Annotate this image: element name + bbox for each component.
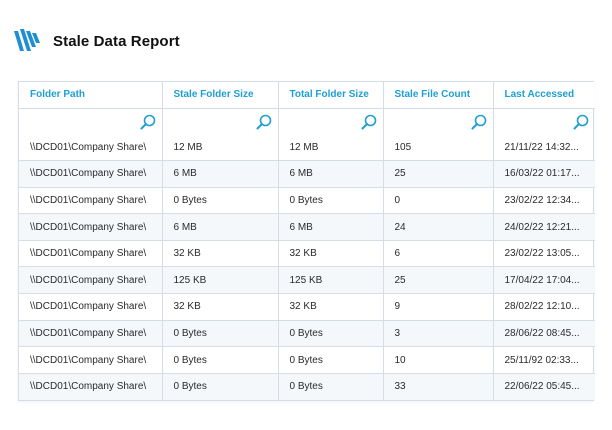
total-folder-size-cell: 6 MB xyxy=(278,160,384,188)
stale-folder-size-cell: 32 KB xyxy=(162,293,279,321)
folder-path-cell: \\DCD01\Company Share\ xyxy=(19,134,163,162)
search-icon[interactable] xyxy=(573,114,589,130)
last-accessed-cell: 23/02/22 12:34... xyxy=(493,187,595,215)
total-folder-size-cell: 32 KB xyxy=(278,293,384,321)
last-accessed-cell: 16/03/22 01:17... xyxy=(493,160,595,188)
last-accessed-cell: 22/06/22 05:45... xyxy=(493,373,595,400)
table-row[interactable]: \\DCD01\Company Share\ 6 MB 6 MB 25 16/03/22… xyxy=(19,160,595,188)
folder-path-cell: \\DCD01\Company Share\ xyxy=(19,187,163,215)
folder-path-cell: \\DCD01\Company Share\ xyxy=(19,293,163,321)
filter-cell-stale-file-count[interactable] xyxy=(383,108,494,134)
stale-file-count-cell: 10 xyxy=(383,346,494,374)
total-folder-size-cell: 0 Bytes xyxy=(278,187,384,215)
total-folder-size-cell: 12 MB xyxy=(278,134,384,162)
filter-cell-folder-path[interactable] xyxy=(19,108,163,134)
table-row[interactable]: \\DCD01\Company Share\ 12 MB 12 MB 105 21/11… xyxy=(19,134,595,162)
last-accessed-cell: 25/11/92 02:33... xyxy=(493,346,595,374)
stale-file-count-cell: 25 xyxy=(383,266,494,295)
stale-folder-size-cell: 6 MB xyxy=(162,213,279,241)
stale-folder-size-cell: 125 KB xyxy=(162,266,279,295)
total-folder-size-cell: 0 Bytes xyxy=(278,346,384,374)
last-accessed-cell: 17/04/22 17:04... xyxy=(493,266,595,295)
report-header: Stale Data Report xyxy=(14,27,180,55)
search-icon[interactable] xyxy=(361,114,377,130)
header-row: Folder Path Stale Folder Size Total Fold… xyxy=(19,82,595,109)
search-icon[interactable] xyxy=(256,114,272,130)
stale-file-count-cell: 24 xyxy=(383,213,494,241)
table-body: \\DCD01\Company Share\ 12 MB 12 MB 105 21/11… xyxy=(19,134,595,400)
stale-folder-size-cell: 6 MB xyxy=(162,160,279,188)
stale-folder-size-cell: 0 Bytes xyxy=(162,373,279,400)
stale-folder-size-cell: 32 KB xyxy=(162,240,279,268)
search-icon[interactable] xyxy=(471,114,487,130)
last-accessed-cell: 21/11/22 14:32... xyxy=(493,134,595,162)
folder-path-cell: \\DCD01\Company Share\ xyxy=(19,320,163,348)
stale-file-count-cell: 6 xyxy=(383,240,494,268)
last-accessed-cell: 23/02/22 13:05... xyxy=(493,240,595,268)
last-accessed-cell: 24/02/22 12:21... xyxy=(493,213,595,241)
table-row[interactable]: \\DCD01\Company Share\ 32 KB 32 KB 6 23/02/2… xyxy=(19,240,595,268)
column-header-stale-file-count[interactable]: Stale File Count xyxy=(383,82,494,109)
table-row[interactable]: \\DCD01\Company Share\ 32 KB 32 KB 9 28/02/2… xyxy=(19,293,595,321)
stale-file-count-cell: 33 xyxy=(383,373,494,400)
last-accessed-cell: 28/02/22 12:10... xyxy=(493,293,595,321)
stale-file-count-cell: 25 xyxy=(383,160,494,188)
table-row[interactable]: \\DCD01\Company Share\ 0 Bytes 0 Bytes 33 22… xyxy=(19,373,595,400)
logo-icon xyxy=(14,29,40,51)
total-folder-size-cell: 125 KB xyxy=(278,266,384,295)
stale-file-count-cell: 3 xyxy=(383,320,494,348)
column-header-stale-folder-size[interactable]: Stale Folder Size xyxy=(162,82,279,109)
total-folder-size-cell: 0 Bytes xyxy=(278,320,384,348)
stale-file-count-cell: 0 xyxy=(383,187,494,215)
table-row[interactable]: \\DCD01\Company Share\ 0 Bytes 0 Bytes 3 28/… xyxy=(19,320,595,348)
filter-cell-total-folder-size[interactable] xyxy=(278,108,384,134)
folder-path-cell: \\DCD01\Company Share\ xyxy=(19,240,163,268)
column-header-total-folder-size[interactable]: Total Folder Size xyxy=(278,82,384,109)
folder-path-cell: \\DCD01\Company Share\ xyxy=(19,160,163,188)
table-row[interactable]: \\DCD01\Company Share\ 125 KB 125 KB 25 17/0… xyxy=(19,266,595,295)
stale-folder-size-cell: 0 Bytes xyxy=(162,346,279,374)
total-folder-size-cell: 0 Bytes xyxy=(278,373,384,400)
stale-file-count-cell: 105 xyxy=(383,134,494,162)
total-folder-size-cell: 32 KB xyxy=(278,240,384,268)
table-row[interactable]: \\DCD01\Company Share\ 6 MB 6 MB 24 24/02/22… xyxy=(19,213,595,241)
filter-row xyxy=(19,108,595,134)
column-header-last-accessed[interactable]: Last Accessed xyxy=(493,82,595,109)
search-icon[interactable] xyxy=(140,114,156,130)
last-accessed-cell: 28/06/22 08:45... xyxy=(493,320,595,348)
folder-path-cell: \\DCD01\Company Share\ xyxy=(19,266,163,295)
stale-data-table: Folder Path Stale Folder Size Total Fold… xyxy=(18,81,595,401)
folder-path-cell: \\DCD01\Company Share\ xyxy=(19,213,163,241)
page-title: Stale Data Report xyxy=(53,32,180,50)
stale-folder-size-cell: 0 Bytes xyxy=(162,187,279,215)
stale-folder-size-cell: 0 Bytes xyxy=(162,320,279,348)
table-row[interactable]: \\DCD01\Company Share\ 0 Bytes 0 Bytes 0 23/… xyxy=(19,187,595,215)
filter-cell-last-accessed[interactable] xyxy=(493,108,595,134)
total-folder-size-cell: 6 MB xyxy=(278,213,384,241)
column-header-folder-path[interactable]: Folder Path xyxy=(19,82,163,109)
table-row[interactable]: \\DCD01\Company Share\ 0 Bytes 0 Bytes 10 25… xyxy=(19,346,595,374)
stale-file-count-cell: 9 xyxy=(383,293,494,321)
folder-path-cell: \\DCD01\Company Share\ xyxy=(19,346,163,374)
folder-path-cell: \\DCD01\Company Share\ xyxy=(19,373,163,400)
stale-folder-size-cell: 12 MB xyxy=(162,134,279,162)
filter-cell-stale-folder-size[interactable] xyxy=(162,108,279,134)
